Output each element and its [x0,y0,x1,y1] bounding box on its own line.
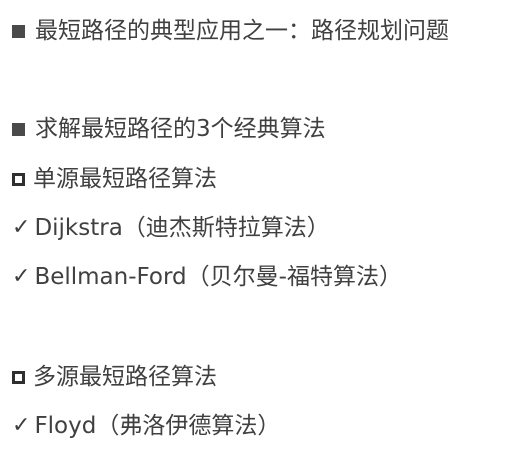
line-text: Floyd（弗洛伊德算法） [34,413,281,439]
hollow-square-bullet-icon [12,172,25,186]
bullet-line-three-algorithms: 求解最短路径的3个经典算法 [12,114,326,144]
checkmark-icon: ✓ [12,215,31,240]
heading-multi-source: 多源最短路径算法 [12,362,217,392]
checkmark-icon: ✓ [12,264,31,289]
line-text: 求解最短路径的3个经典算法 [35,116,326,142]
bullet-line-shortest-path-application: 最短路径的典型应用之一：路径规划问题 [12,16,449,46]
line-text: 多源最短路径算法 [33,364,217,390]
square-bullet-icon [12,122,25,136]
item-floyd: ✓ Floyd（弗洛伊德算法） [12,411,280,441]
item-dijkstra: ✓ Dijkstra（迪杰斯特拉算法） [12,213,330,243]
checkmark-icon: ✓ [12,413,31,438]
heading-single-source: 单源最短路径算法 [12,164,217,194]
line-text: 单源最短路径算法 [33,166,217,192]
line-text: Dijkstra（迪杰斯特拉算法） [34,215,330,241]
line-text: 最短路径的典型应用之一：路径规划问题 [35,18,449,44]
hollow-square-bullet-icon [12,370,25,384]
square-bullet-icon [12,24,25,38]
line-text: Bellman-Ford（贝尔曼-福特算法） [34,264,402,290]
item-bellman-ford: ✓ Bellman-Ford（贝尔曼-福特算法） [12,262,402,292]
